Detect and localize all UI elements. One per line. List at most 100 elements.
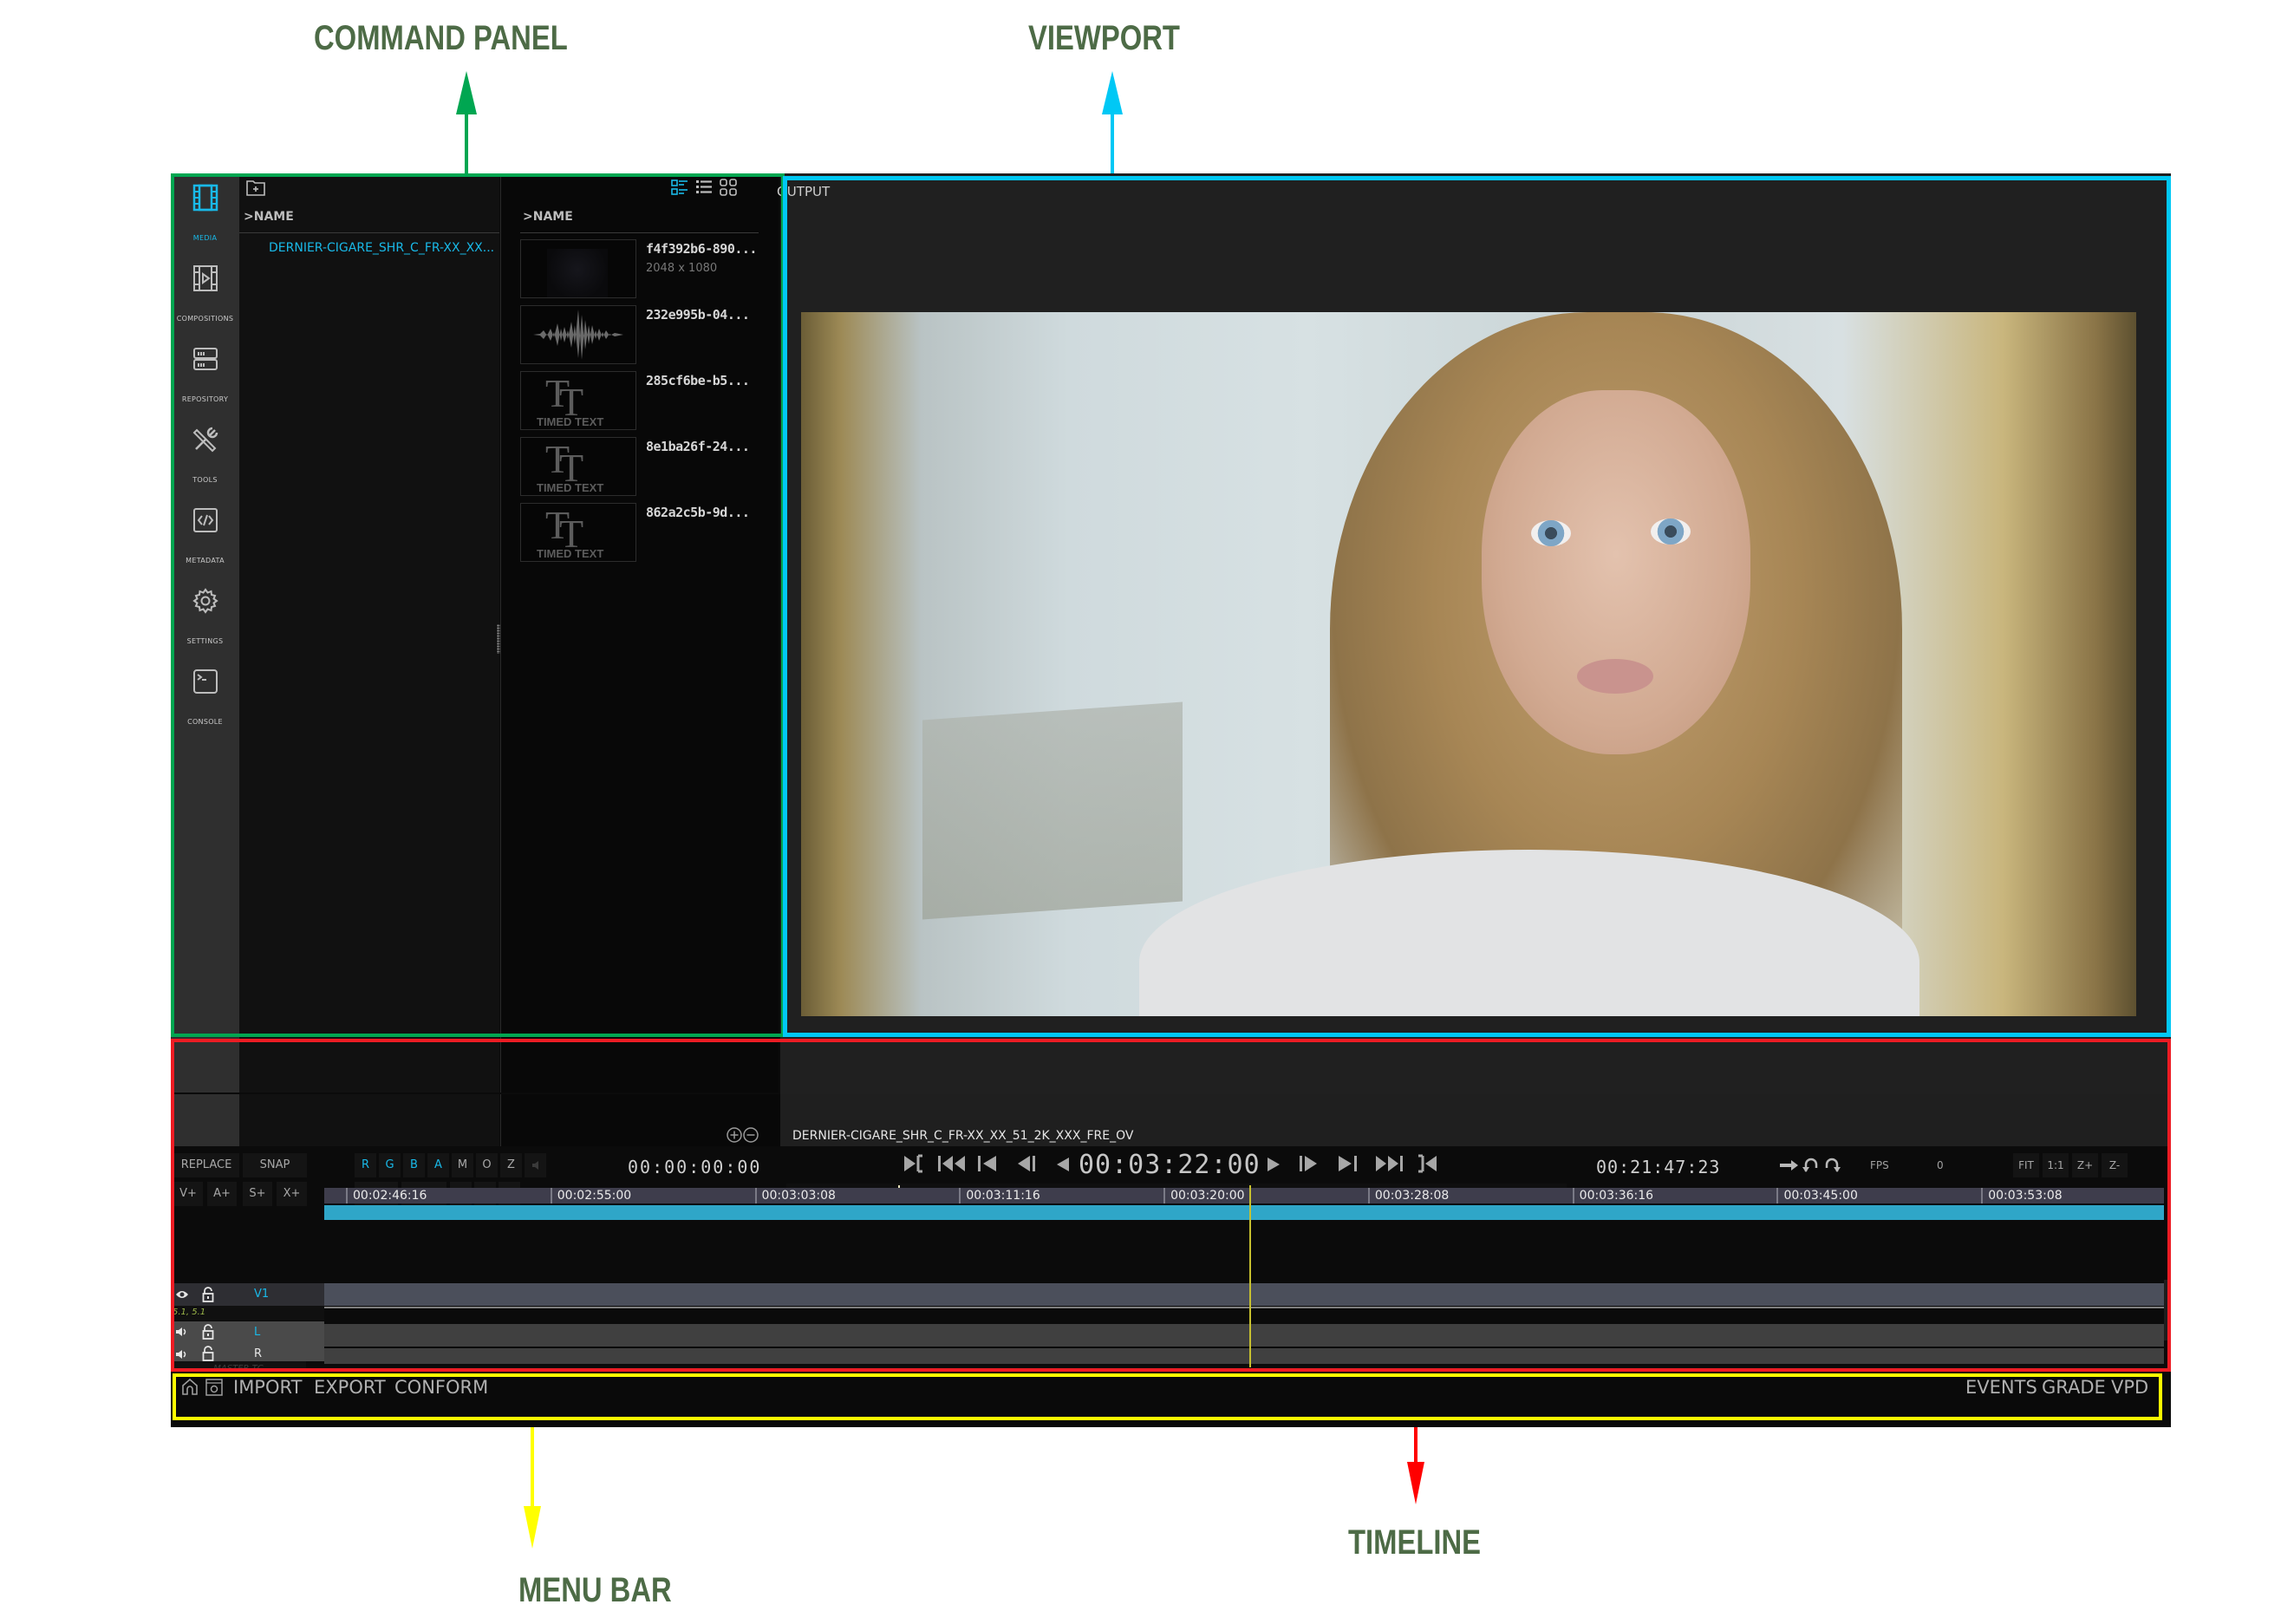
sidebar-item-console[interactable]: CONSOLE (171, 668, 239, 726)
mark-out-button[interactable] (1415, 1154, 1437, 1177)
add-audio-track-button[interactable]: A+ (207, 1182, 237, 1206)
menu-export[interactable]: EXPORT (314, 1377, 386, 1398)
track-header-v1: V1 (171, 1283, 324, 1306)
tree-name-column-header[interactable]: >NAME (244, 210, 294, 224)
next-icon (1339, 1156, 1357, 1171)
eye-icon[interactable] (175, 1289, 189, 1300)
sidebar-item-label: REPOSITORY (181, 395, 229, 403)
zoom-out-icon[interactable] (743, 1127, 759, 1143)
step-forward-icon (1300, 1156, 1317, 1171)
timed-text-label: TIMED TEXT (537, 547, 604, 560)
reel-segment[interactable] (324, 1205, 2164, 1220)
sidebar-item-settings[interactable]: SETTINGS (171, 587, 239, 645)
tree-item-composition[interactable]: DERNIER-CIGARE_SHR_C_FR-XX_XX... (269, 241, 494, 255)
sidebar-item-tools[interactable]: TOOLS (171, 426, 239, 484)
home-icon[interactable] (181, 1379, 199, 1396)
channel-b-toggle[interactable]: B (403, 1153, 425, 1177)
arrow-right-icon[interactable] (1779, 1158, 1800, 1172)
ruler-tick (1163, 1188, 1166, 1203)
next-edit-button[interactable] (1337, 1154, 1358, 1177)
channel-o-toggle[interactable]: O (476, 1153, 498, 1177)
lock-icon[interactable] (202, 1324, 214, 1340)
menu-grade[interactable]: GRADE (2042, 1377, 2106, 1398)
speaker-icon[interactable] (175, 1349, 187, 1360)
sidebar-item-repository[interactable]: REPOSITORY (171, 345, 239, 403)
arrow-timeline (1407, 1426, 1424, 1504)
zoom-in-icon[interactable] (727, 1127, 742, 1143)
track-lane-v1[interactable] (324, 1283, 2164, 1306)
undo-loop-icon[interactable] (1802, 1156, 1820, 1173)
lock-icon[interactable] (202, 1346, 214, 1361)
current-timecode[interactable]: 00:03:22:00 (1079, 1150, 1261, 1180)
play-button[interactable] (1266, 1156, 1281, 1177)
menu-import[interactable]: IMPORT (233, 1377, 302, 1398)
add-video-track-button[interactable]: V+ (173, 1182, 203, 1206)
command-panel-icon-rail: MEDIA COMPOSITIONS REPOSITORY TOOLS META… (171, 173, 239, 1092)
redo-loop-icon[interactable] (1823, 1156, 1841, 1173)
add-aux-track-button[interactable]: X+ (277, 1182, 307, 1206)
mark-in-button[interactable] (903, 1154, 926, 1177)
snap-button[interactable]: SNAP (243, 1153, 307, 1177)
new-folder-icon[interactable] (246, 179, 265, 196)
go-to-start-button[interactable] (937, 1154, 967, 1177)
speaker-icon[interactable] (175, 1327, 187, 1337)
sidebar-item-media[interactable]: MEDIA (171, 184, 239, 242)
video-frame[interactable] (801, 312, 2136, 1016)
track-lane-audio-r[interactable] (324, 1348, 2164, 1364)
zoom-in-button[interactable]: Z+ (2072, 1153, 2098, 1177)
grid-view-icon[interactable] (720, 179, 737, 196)
add-subtitle-track-button[interactable]: S+ (243, 1182, 272, 1206)
zoom-one-to-one-button[interactable]: 1:1 (2043, 1153, 2069, 1177)
menu-conform[interactable]: CONFORM (394, 1377, 488, 1398)
fps-label: FPS (1870, 1159, 1889, 1171)
playhead[interactable] (1249, 1185, 1251, 1367)
in-timecode[interactable]: 00:00:00:00 (628, 1157, 761, 1177)
menu-events[interactable]: EVENTS (1965, 1377, 2037, 1398)
track-name: R (254, 1347, 263, 1360)
channel-r-toggle[interactable]: R (355, 1153, 376, 1177)
arrow-menu-bar (524, 1426, 541, 1549)
audio-mute-toggle[interactable] (525, 1153, 546, 1177)
video-thumbnail (520, 239, 636, 298)
zoom-out-button[interactable]: Z- (2102, 1153, 2128, 1177)
timecode-ruler[interactable]: 00:02:46:16 00:02:55:00 00:03:03:08 00:03:1… (324, 1188, 2164, 1203)
sidebar-item-compositions[interactable]: COMPOSITIONS (171, 264, 239, 323)
ruler-tick-label: 00:03:20:00 (1170, 1189, 1245, 1203)
menu-vpd[interactable]: VPD (2111, 1377, 2148, 1398)
ruler-tick (1776, 1188, 1779, 1203)
track-name: L (254, 1326, 261, 1339)
settings-window-icon[interactable] (205, 1379, 223, 1396)
channel-z-toggle[interactable]: Z (500, 1153, 522, 1177)
list-view-icon[interactable] (695, 179, 713, 196)
play-reverse-button[interactable] (1055, 1156, 1071, 1177)
step-forward-button[interactable] (1298, 1154, 1319, 1177)
channel-a-toggle[interactable]: A (427, 1153, 449, 1177)
film-icon (192, 184, 218, 212)
play-reverse-icon (1057, 1158, 1069, 1171)
lock-icon[interactable] (202, 1287, 214, 1302)
repository-icon (192, 348, 218, 370)
duration-timecode: 00:21:47:23 (1596, 1157, 1721, 1177)
timed-text-label: TIMED TEXT (537, 481, 604, 494)
ruler-tick-label: 00:03:45:00 (1783, 1189, 1858, 1203)
track-format-row: 5.1, 5.1 (171, 1306, 324, 1321)
timed-text-label: TIMED TEXT (537, 415, 604, 428)
zoom-fit-button[interactable]: FIT (2013, 1153, 2039, 1177)
ruler-tick (959, 1188, 961, 1203)
track-header-audio: L R (171, 1321, 324, 1361)
channel-g-toggle[interactable]: G (379, 1153, 401, 1177)
replace-button[interactable]: REPLACE (173, 1153, 239, 1177)
timeline-scrollbar[interactable] (2164, 1280, 2171, 1340)
previous-edit-button[interactable] (977, 1154, 998, 1177)
sidebar-item-metadata[interactable]: METADATA (171, 506, 239, 564)
arrow-command-panel (456, 71, 477, 173)
mark-out-icon (1418, 1154, 1437, 1173)
media-name-column-header[interactable]: >NAME (523, 210, 573, 224)
step-back-button[interactable] (1016, 1154, 1037, 1177)
rail-extension (171, 1094, 239, 1146)
track-lane-audio-l[interactable] (324, 1324, 2164, 1347)
previous-icon (978, 1156, 996, 1171)
detail-view-icon[interactable] (671, 179, 688, 196)
go-to-end-button[interactable] (1374, 1154, 1404, 1177)
channel-m-toggle[interactable]: M (452, 1153, 473, 1177)
